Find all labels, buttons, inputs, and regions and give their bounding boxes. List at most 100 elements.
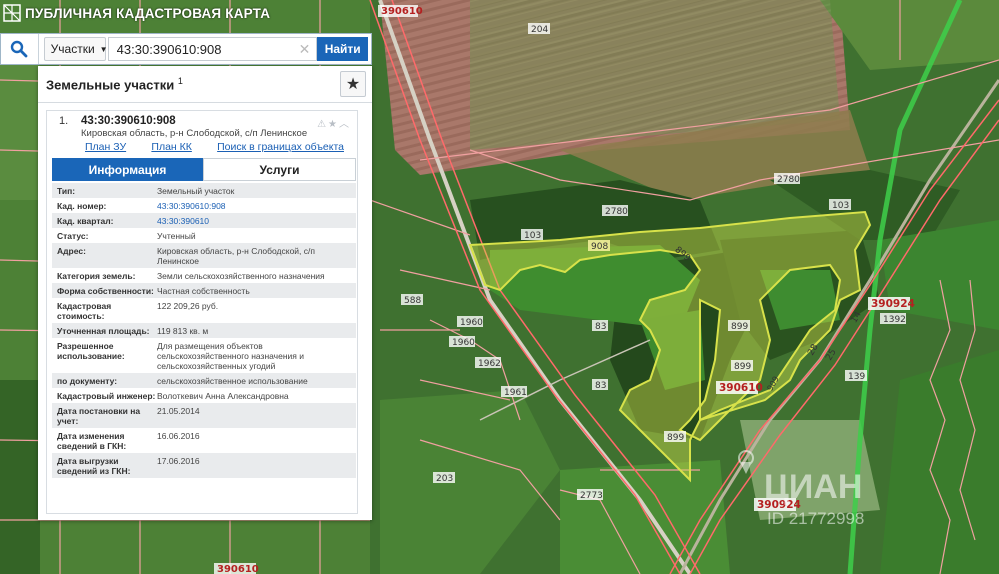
attr-value: 122 209,26 руб. [157,301,219,311]
svg-text:2773: 2773 [580,491,603,501]
attr-key: Разрешенное использование: [57,341,125,361]
parcel-cad-number[interactable]: 43:30:390610:908 [81,115,176,127]
svg-text:1392: 1392 [883,315,906,325]
label-quarter-390610: 390610 [716,381,763,394]
table-row: Дата выгрузки сведений из ГКН: 17.06.2016 [52,453,356,478]
attr-value: 16.06.2016 [157,431,200,441]
attr-key: Кадастровая стоимость: [57,301,112,321]
attr-value: 17.06.2016 [157,456,200,466]
svg-text:103: 103 [832,201,849,211]
attr-key: Тип: [57,186,76,196]
tab-services[interactable]: Услуги [203,158,356,181]
label-parcel-83: 83 [592,320,608,332]
svg-text:103: 103 [524,231,541,241]
search-icon [11,40,28,58]
star-outline-icon[interactable]: ★ [328,119,339,130]
attr-key: по документу: [57,376,118,386]
star-icon: ★ [345,76,361,93]
table-row: Кад. номер: 43:30:390610:908 [52,198,356,213]
svg-text:2780: 2780 [605,207,628,217]
label-parcel-899: 899 [731,360,753,372]
label-parcel-899: 899 [728,320,750,332]
label-quarter-390610-bottom: 390610 [214,563,259,574]
attr-key: Категория земель: [57,271,136,281]
search-bar: Участки ▼ ✕ Найти [0,33,372,65]
parcel-card: 1. 43:30:390610:908 Кировская область, р… [46,110,358,514]
svg-text:2780: 2780 [777,175,800,185]
label-parcel-2773: 2773 [577,489,603,501]
attr-value: Земельный участок [157,186,235,196]
attr-key: Кад. номер: [57,201,107,211]
table-row: Кадастровый инженер: Волоткевич Анна Алек… [52,388,356,403]
chevron-up-icon[interactable]: ︿ [339,119,351,130]
svg-text:204: 204 [531,25,548,35]
table-row: Тип: Земельный участок [52,183,356,198]
info-tabs: Информация Услуги [52,158,356,181]
attr-value: Для размещения объектов сельскохозяйстве… [157,341,304,371]
table-row: по документу: сельскохозяйственное исполь… [52,373,356,388]
label-parcel-139: 139 [845,370,867,382]
attr-value: Учтенный [157,231,196,241]
attr-key: Дата выгрузки сведений из ГКН: [57,456,131,476]
clear-icon[interactable]: ✕ [299,41,311,58]
attr-key: Форма собственности: [57,286,154,296]
attr-value: Кировская область, р-н Слободской, с/п Л… [157,246,315,266]
label-parcel-203: 203 [433,472,455,484]
table-row: Кад. квартал: 43:30:390610 [52,213,356,228]
search-type-dropdown[interactable]: Участки ▼ [43,37,108,61]
svg-text:1960: 1960 [452,338,475,348]
table-row: Категория земель: Земли сельскохозяйствен… [52,268,356,283]
find-button[interactable]: Найти [317,37,368,61]
svg-text:899: 899 [734,362,751,372]
label-parcel-2780: 2780 [774,173,800,185]
table-row: Уточненная площадь: 119 813 кв. м [52,323,356,338]
label-parcel-103: 103 [829,199,851,211]
label-parcel-2780: 2780 [602,205,628,217]
results-count: 1 [177,75,183,86]
attr-value: 119 813 кв. м [157,326,209,336]
tab-information[interactable]: Информация [52,158,203,181]
table-row: Форма собственности: Частная собственност… [52,283,356,298]
label-parcel-1961: 1961 [501,386,527,398]
attr-value-link[interactable]: 43:30:390610 [157,216,356,226]
svg-text:139: 139 [848,372,865,382]
svg-text:1960: 1960 [460,318,483,328]
table-row: Статус: Учтенный [52,228,356,243]
attr-key: Дата постановки на учет: [57,406,141,426]
search-toggle-button[interactable] [1,34,39,64]
parcel-address: Кировская область, р-н Слободской, с/п Л… [81,128,308,139]
attr-key: Дата изменения сведений в ГКН: [57,431,127,451]
label-parcel-83: 83 [592,379,608,391]
label-parcel-899: 899 [664,431,686,443]
svg-text:1961: 1961 [504,388,527,398]
attr-key: Кад. квартал: [57,216,114,226]
chevron-down-icon: ▼ [99,44,108,54]
attr-value-link[interactable]: 43:30:390610:908 [157,201,356,211]
attr-key: Адрес: [57,246,86,256]
panel-header: Земельные участки 1 ★ [38,66,372,103]
result-index: 1. [59,115,69,127]
svg-text:899: 899 [667,433,684,443]
label-parcel-1960: 1960 [457,316,483,328]
svg-text:203: 203 [436,474,453,484]
table-row: Адрес: Кировская область, р-н Слободской,… [52,243,356,268]
attr-value: 21.05.2014 [157,406,200,416]
svg-text:908: 908 [591,242,608,252]
favorite-button[interactable]: ★ [340,71,366,97]
svg-text:ID 21772998: ID 21772998 [767,509,864,528]
attr-key: Статус: [57,231,89,241]
rosreestr-logo-icon [3,4,21,22]
attr-value: Земли сельскохозяйственного назначения [157,271,325,281]
label-parcel-908: 908 [588,240,610,252]
attr-value: Частная собственность [157,286,250,296]
svg-text:588: 588 [404,296,421,306]
label-parcel-1392: 1392 [880,313,906,325]
warning-icon[interactable]: ⚠ [317,119,328,130]
search-query-box: ✕ [107,37,318,61]
table-row: Дата изменения сведений в ГКН: 16.06.2016 [52,428,356,453]
results-panel: Земельные участки 1 ★ 1. 43:30:390610:90… [38,66,372,520]
search-input[interactable] [108,40,299,58]
svg-text:83: 83 [595,381,606,391]
label-parcel-204: 204 [528,23,550,35]
label-quarter-390924-right: 390924 [868,297,915,310]
